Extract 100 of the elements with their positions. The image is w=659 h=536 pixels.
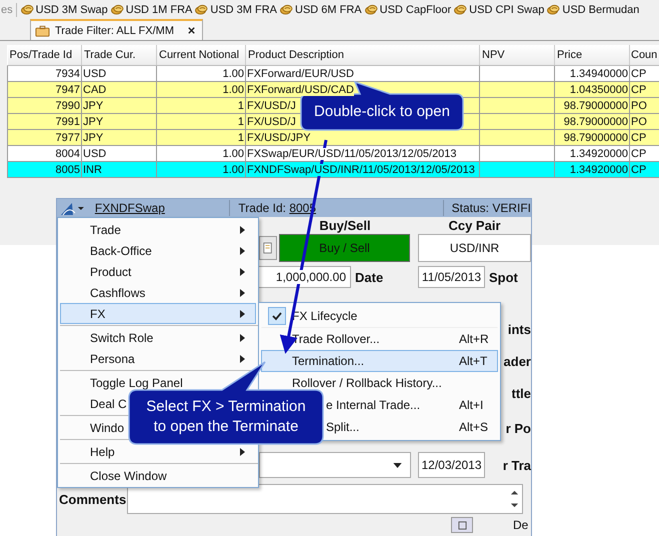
- table-cell: 1.34920000: [570, 164, 628, 176]
- menu-item[interactable]: Trade: [60, 219, 256, 240]
- table-cell: 1: [238, 116, 244, 128]
- table-cell: INR: [83, 164, 102, 176]
- column-header[interactable]: Current Notional: [156, 45, 246, 66]
- table-cell: FX/USD/J: [247, 116, 296, 128]
- column-header[interactable]: Pos/Trade Id: [8, 45, 82, 66]
- table-cell: FXForward/EUR/USD: [247, 68, 354, 80]
- table-cell: CP: [631, 84, 646, 96]
- table-cell: 1.00: [222, 148, 244, 160]
- menu-item[interactable]: Close Window: [60, 465, 256, 486]
- table-cell: FXNDFSwap/USD/INR/11/05/2013/12/05/2013: [247, 164, 475, 176]
- field-label: Comments: [58, 492, 127, 506]
- table-cell: CP: [631, 148, 646, 160]
- table-cell: 1: [238, 132, 244, 144]
- date-field[interactable]: 11/05/2013: [418, 266, 485, 288]
- submenu-arrow-icon: [240, 288, 245, 296]
- column-header[interactable]: Trade Cur.: [82, 45, 156, 66]
- table-row[interactable]: 8004 USD 1.00 FXSwap/EUR/USD/11/05/2013/12/05/2013 1.34920000 CP: [8, 146, 659, 162]
- menu-item[interactable]: Persona: [60, 348, 256, 369]
- toolbar-button[interactable]: USD 6M FRA: [280, 4, 365, 16]
- coins-icon: [110, 4, 124, 15]
- table-cell: FX/USD/JPY: [247, 132, 311, 144]
- table-cell: 7947: [56, 84, 80, 96]
- menu-item[interactable]: Switch Role: [60, 327, 256, 348]
- table-cell: 8005: [56, 164, 80, 176]
- menu-item[interactable]: Product: [60, 261, 256, 282]
- close-icon[interactable]: [187, 26, 196, 35]
- callout-text: Select FX > Termination to open the Terminate: [146, 397, 306, 437]
- field-label: Date: [354, 270, 384, 284]
- submenu-arrow-icon: [240, 226, 245, 234]
- document-icon: [263, 242, 273, 254]
- table-row[interactable]: 7977 JPY 1 FX/USD/JPY 98.79000000 CP: [8, 130, 659, 146]
- comments-field[interactable]: [127, 484, 523, 514]
- trade-filter-tab[interactable]: Trade Filter: ALL FX/MM: [30, 19, 203, 40]
- field-label: Ccy Pair: [448, 218, 501, 232]
- briefcase-icon: [35, 24, 50, 36]
- toolbar-button[interactable]: USD CapFloor: [364, 4, 454, 16]
- buy-sell-button[interactable]: Buy / Sell: [279, 234, 410, 262]
- submenu-arrow-icon: [240, 310, 245, 318]
- coins-icon: [195, 4, 208, 15]
- table-cell: 7991: [56, 116, 80, 128]
- table-cell: 7977: [56, 132, 80, 144]
- product-link[interactable]: FXNDFSwap: [94, 201, 230, 215]
- menu-item[interactable]: Cashflows: [60, 282, 256, 303]
- toolbar-button[interactable]: USD 1M FRA: [110, 4, 196, 16]
- submenu-arrow-icon: [240, 334, 245, 342]
- column-header[interactable]: Product Description: [246, 45, 480, 66]
- dropdown-field[interactable]: [259, 452, 411, 478]
- field-label: De: [512, 518, 530, 532]
- table-cell: USD: [83, 148, 106, 160]
- table-cell: 1.04350000: [570, 84, 628, 96]
- table-cell: USD: [83, 68, 106, 80]
- field-label: ints: [508, 322, 531, 336]
- table-cell: 1.34920000: [570, 148, 628, 160]
- coins-icon: [454, 4, 468, 15]
- table-cell: 1: [238, 100, 244, 112]
- callout-text: Double-click to open: [314, 102, 450, 122]
- submenu-arrow-icon: [240, 268, 245, 276]
- table-cell: JPY: [83, 116, 104, 128]
- coins-icon: [20, 4, 34, 15]
- toolbar-button[interactable]: USD 3M FRA: [195, 4, 280, 16]
- table-cell: FX/USD/J: [247, 100, 296, 112]
- toolbar-button[interactable]: USD 3M Swap: [20, 4, 111, 16]
- toolbar-button[interactable]: [451, 517, 473, 533]
- table-cell: PO: [631, 100, 647, 112]
- menu-item[interactable]: Rollover / Rollback History...: [261, 372, 498, 394]
- table-row[interactable]: 8005 INR 1.00 FXNDFSwap/USD/INR/11/05/2013/12/05/2013 1.34920000 CP: [8, 162, 659, 178]
- field-label: Spot: [488, 270, 519, 284]
- document-button[interactable]: [259, 236, 277, 260]
- table-cell: 1.34940000: [570, 68, 628, 80]
- coins-icon: [547, 4, 560, 15]
- ccy-pair-field[interactable]: USD/INR: [418, 234, 531, 262]
- table-row[interactable]: 7934 USD 1.00 FXForward/EUR/USD 1.34940000 CP: [8, 66, 659, 82]
- table-cell: JPY: [83, 100, 104, 112]
- menu-item[interactable]: FX: [60, 303, 256, 324]
- end-date-field[interactable]: 12/03/2013: [418, 452, 485, 478]
- menu-item[interactable]: Back-Office: [60, 240, 256, 261]
- column-header[interactable]: Coun: [630, 45, 659, 66]
- toolbar-label: es: [0, 4, 13, 16]
- caret-icon: [393, 462, 402, 468]
- table-cell: CP: [631, 132, 646, 144]
- column-header[interactable]: Price: [554, 45, 630, 66]
- table-cell: 98.79000000: [564, 132, 628, 144]
- toolbar-button[interactable]: USD Bermudan: [547, 4, 642, 16]
- submenu-arrow-icon: [240, 354, 245, 362]
- coins-icon: [364, 4, 378, 15]
- table-cell: 1.00: [222, 84, 244, 96]
- coins-icon: [280, 4, 294, 15]
- table-cell: JPY: [83, 132, 104, 144]
- field-label: Buy/Sell: [319, 218, 371, 232]
- toolbar-button[interactable]: USD CPI Swap: [454, 4, 548, 16]
- table-cell: PO: [631, 116, 647, 128]
- menu-item[interactable]: Termination... Alt+T: [261, 350, 498, 372]
- field-label: ttle: [512, 386, 531, 400]
- table-cell: CAD: [83, 84, 106, 96]
- column-header[interactable]: NPV: [480, 45, 554, 66]
- table-cell: FXSwap/EUR/USD/11/05/2013/12/05/2013: [247, 148, 457, 160]
- table-cell: 1.00: [222, 68, 244, 80]
- table-cell: CP: [631, 164, 646, 176]
